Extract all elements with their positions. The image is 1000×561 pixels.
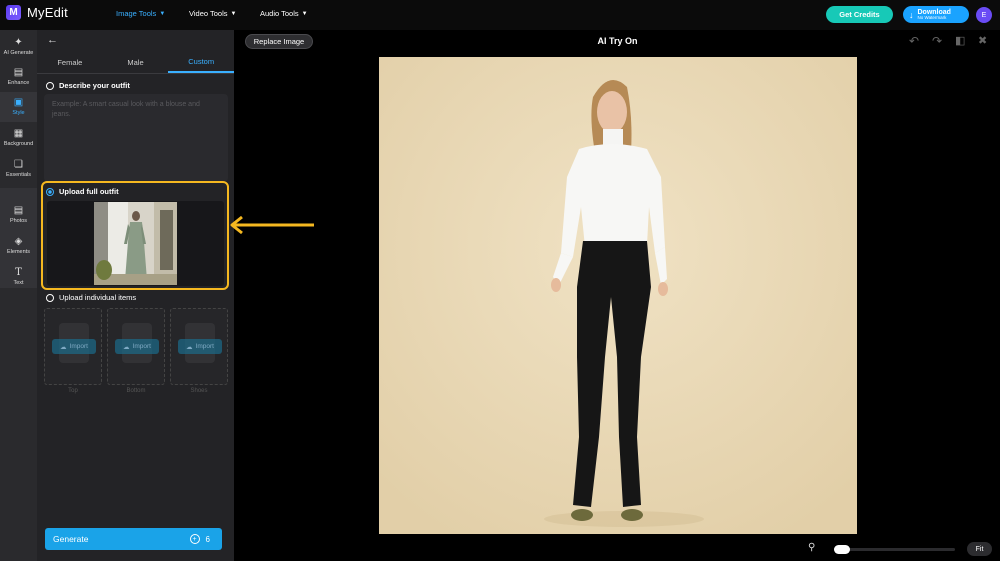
back-arrow-icon[interactable]: ←	[47, 34, 58, 46]
chevron-down-icon: ▼	[230, 10, 237, 17]
shoes-slot[interactable]: ☁ Import	[170, 308, 228, 385]
rail-item-elements[interactable]: ◈ Elements	[0, 231, 37, 261]
item-label-shoes: Shoes	[190, 388, 208, 394]
describe-outfit-radio[interactable]	[46, 81, 54, 90]
credit-icon: +	[189, 534, 200, 544]
cloud-upload-icon: ☁	[60, 343, 67, 351]
outfit-description-input[interactable]: Example: A smart casual look with a blou…	[44, 94, 228, 182]
upload-full-outfit-radio[interactable]	[46, 187, 54, 196]
rail-item-essentials[interactable]: ❏ Essentials	[0, 154, 37, 184]
zoom-controls: ⚲	[808, 542, 815, 553]
nav-video-tools[interactable]: Video Tools ▼	[189, 9, 236, 18]
import-bottom-button[interactable]: ☁ Import	[115, 339, 159, 354]
upload-individual-items-radio[interactable]	[46, 293, 54, 302]
app-name: MyEdit	[27, 5, 68, 20]
crop-icon: ❏	[14, 159, 23, 170]
nav-video-tools-label: Video Tools	[189, 9, 228, 18]
upload-full-outfit-label: Upload full outfit	[59, 187, 119, 196]
rail-item-label: AI Generate	[3, 50, 34, 56]
app-logo[interactable]: M MyEdit	[6, 5, 68, 20]
image-icon: ▤	[13, 67, 24, 78]
rail-item-label: Text	[13, 280, 24, 286]
photo-icon: ▤	[13, 205, 24, 216]
bottom-slot[interactable]: ☁ Import	[107, 308, 165, 385]
rail-item-label: Elements	[7, 249, 30, 255]
credit-count: 6	[205, 534, 210, 544]
nav-audio-tools-label: Audio Tools	[260, 9, 299, 18]
import-label: Import	[69, 343, 88, 350]
magic-wand-icon: ✦	[14, 37, 23, 48]
upload-individual-items-label: Upload individual items	[59, 293, 137, 302]
zoom-icon[interactable]: ⚲	[808, 542, 815, 553]
app-logo-mark: M	[6, 5, 21, 20]
elements-icon: ◈	[14, 236, 23, 247]
item-label-top: Top	[68, 388, 78, 394]
fit-button[interactable]: Fit	[967, 542, 992, 556]
generate-label: Generate	[53, 534, 89, 544]
page-title: AI Try On	[597, 36, 638, 46]
import-label: Import	[132, 343, 151, 350]
import-shoes-button[interactable]: ☁ Import	[178, 339, 222, 354]
rail-item-background[interactable]: ▦ Background	[0, 123, 37, 153]
rail-item-ai-generate[interactable]: ✦ AI Generate	[0, 32, 37, 62]
compare-icon[interactable]: ◧	[955, 34, 965, 47]
main-image[interactable]	[379, 57, 857, 534]
gender-tabs: Female Male Custom	[37, 52, 235, 74]
item-labels-row: Top Bottom Shoes	[44, 388, 228, 394]
tool-rail: ✦ AI Generate ▤ Enhance ▣ Style ▦ Backgr…	[0, 30, 37, 561]
close-icon[interactable]: ✖	[978, 34, 987, 47]
nav-image-tools[interactable]: Image Tools ▼	[116, 9, 165, 18]
top-bar: M MyEdit Image Tools ▼ Video Tools ▼ Aud…	[0, 0, 1000, 30]
individual-items-row: ☁ Import ☁ Import ☁ Import	[44, 308, 228, 385]
nav-audio-tools[interactable]: Audio Tools ▼	[260, 9, 308, 18]
item-label-bottom: Bottom	[126, 388, 146, 394]
cloud-upload-icon: ☁	[186, 343, 193, 351]
outfit-description-placeholder: Example: A smart casual look with a blou…	[52, 101, 200, 119]
describe-outfit-label: Describe your outfit	[59, 81, 130, 90]
chevron-down-icon: ▼	[159, 10, 166, 17]
upload-full-outfit-option[interactable]: Upload full outfit	[46, 187, 119, 196]
nav-image-tools-label: Image Tools	[116, 9, 157, 18]
zoom-slider-handle[interactable]	[834, 545, 850, 554]
rail-item-text[interactable]: T Text	[0, 262, 37, 292]
undo-icon[interactable]: ↶	[909, 34, 919, 48]
download-sublabel: No Watermark	[917, 14, 947, 20]
tab-male[interactable]: Male	[103, 52, 169, 73]
replace-image-button[interactable]: Replace Image	[245, 34, 313, 49]
text-icon: T	[15, 267, 22, 278]
import-top-button[interactable]: ☁ Import	[52, 339, 96, 354]
rail-item-enhance[interactable]: ▤ Enhance	[0, 62, 37, 92]
rail-item-photos[interactable]: ▤ Photos	[0, 200, 37, 230]
rail-item-label: Style	[12, 110, 25, 116]
portrait-icon: ▣	[13, 97, 24, 108]
top-slot[interactable]: ☁ Import	[44, 308, 102, 385]
describe-outfit-option[interactable]: Describe your outfit	[46, 81, 130, 90]
generate-credit-cost: + 6	[189, 534, 210, 544]
style-panel: ← Female Male Custom Describe your outfi…	[37, 30, 235, 561]
chevron-down-icon: ▼	[301, 10, 308, 17]
upload-individual-items-option[interactable]: Upload individual items	[46, 293, 136, 302]
outfit-reference-photo[interactable]	[94, 202, 177, 285]
download-icon: ↓	[909, 9, 914, 20]
zoom-slider-track[interactable]	[835, 548, 955, 551]
tab-custom[interactable]: Custom	[168, 52, 235, 73]
avatar[interactable]: E	[976, 7, 992, 23]
annotation-arrow	[230, 215, 314, 235]
rail-item-label: Essentials	[5, 172, 32, 178]
generate-button[interactable]: Generate + 6	[45, 528, 222, 550]
rail-item-label: Enhance	[7, 80, 30, 86]
background-icon: ▦	[13, 128, 24, 139]
download-button[interactable]: ↓ Download No Watermark	[903, 6, 969, 23]
rail-item-label: Photos	[9, 218, 28, 224]
redo-icon[interactable]: ↷	[932, 34, 942, 48]
get-credits-button[interactable]: Get Credits	[826, 6, 893, 23]
cloud-upload-icon: ☁	[123, 343, 130, 351]
import-label: Import	[195, 343, 214, 350]
tab-female[interactable]: Female	[37, 52, 103, 73]
rail-item-style[interactable]: ▣ Style	[0, 92, 37, 122]
rail-item-label: Background	[3, 141, 34, 147]
